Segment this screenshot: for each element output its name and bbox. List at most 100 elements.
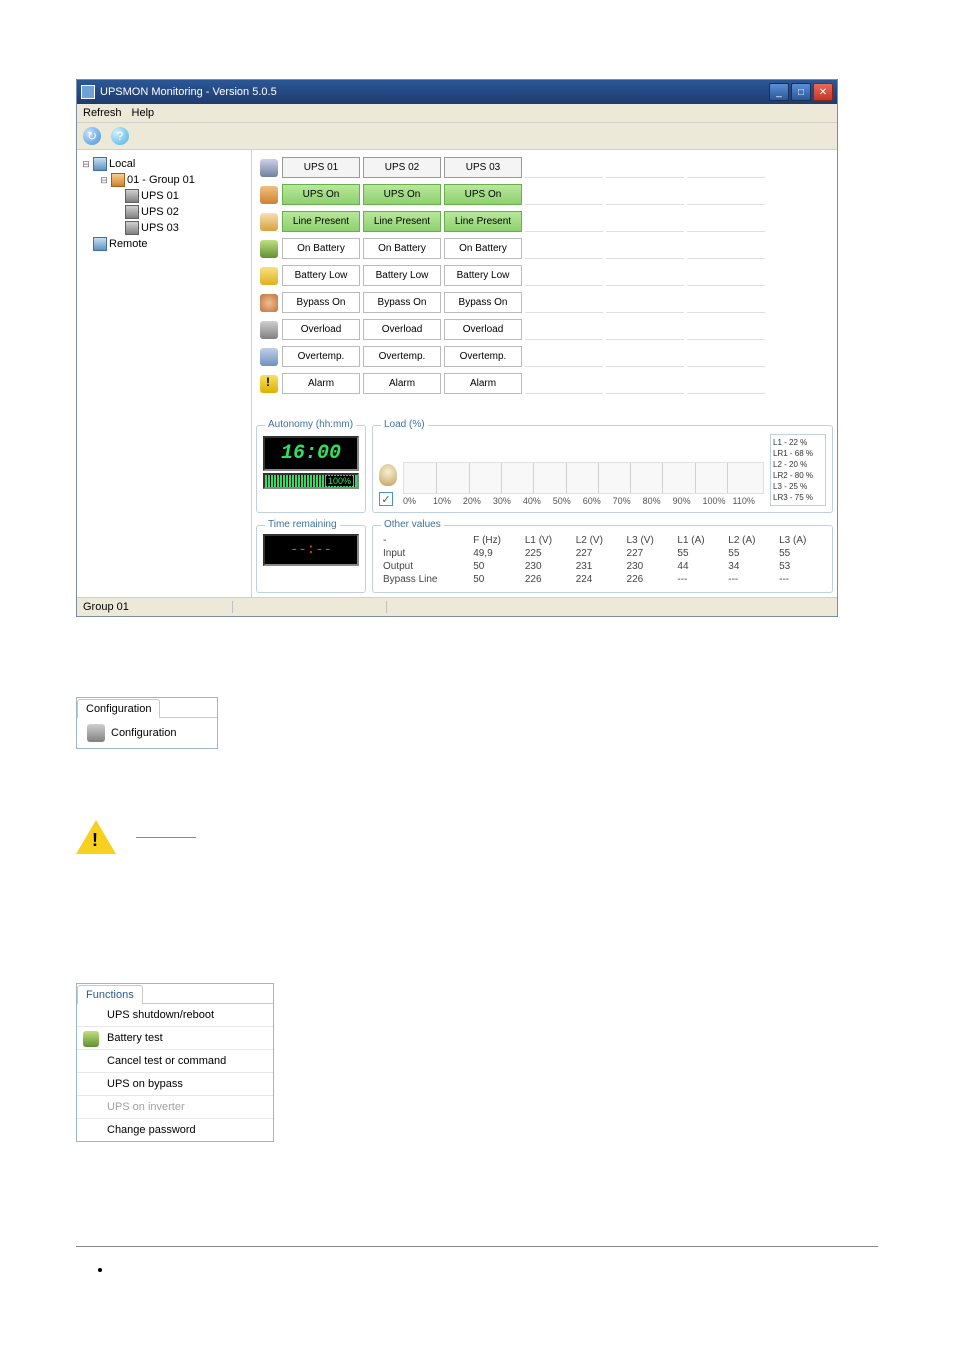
tree-node-ups01[interactable]: UPS 01 (81, 188, 247, 204)
configuration-tab[interactable]: Configuration (77, 699, 160, 718)
statusbar: Group 01 (77, 597, 837, 616)
app-icon (81, 85, 95, 99)
help-icon[interactable]: ? (111, 127, 129, 145)
ov-h: L2 (A) (724, 534, 775, 547)
func-shutdown[interactable]: UPS shutdown/reboot (77, 1004, 273, 1027)
maximize-button[interactable]: □ (791, 83, 811, 101)
tree-label: Local (109, 158, 135, 170)
func-battery-test[interactable]: Battery test (77, 1027, 273, 1050)
tree-label: UPS 02 (141, 206, 179, 218)
tick: 0% (403, 496, 433, 506)
minimize-button[interactable]: _ (769, 83, 789, 101)
ov-c: 225 (521, 547, 572, 560)
blank-cell (525, 184, 603, 205)
blank-cell (687, 157, 765, 178)
blank-cell (525, 292, 603, 313)
status-cell: UPS On (444, 184, 522, 205)
tree-node-ups02[interactable]: UPS 02 (81, 204, 247, 220)
status-cell: Overtemp. (444, 346, 522, 367)
remote-icon (93, 237, 107, 251)
ov-c: 55 (724, 547, 775, 560)
status-row-bypass: Bypass On Bypass On Bypass On (256, 289, 833, 316)
blank-cell (525, 238, 603, 259)
load-panel: Load (%) ✓ (372, 425, 833, 513)
other-values-panel: Other values - F (Hz) L1 (V) L2 (V) L3 (… (372, 525, 833, 593)
status-cell: On Battery (282, 238, 360, 259)
blank-cell (525, 157, 603, 178)
tick: 50% (553, 496, 583, 506)
alarm-underline (136, 837, 196, 838)
overload-icon (260, 321, 278, 339)
status-cell: Overtemp. (282, 346, 360, 367)
refresh-icon[interactable]: ↻ (83, 127, 101, 145)
ov-c: 55 (775, 547, 826, 560)
tree-label: 01 - Group 01 (127, 174, 195, 186)
tree-node-ups03[interactable]: UPS 03 (81, 220, 247, 236)
ov-c: 34 (724, 560, 775, 573)
ov-c: Bypass Line (379, 573, 469, 586)
legend-line: L2 - 20 % (773, 459, 823, 470)
blank-cell (606, 319, 684, 340)
tree-label: UPS 03 (141, 222, 179, 234)
ov-h: F (Hz) (469, 534, 521, 547)
tick: 60% (583, 496, 613, 506)
tree-node-remote[interactable]: Remote (81, 236, 247, 252)
blank-cell (606, 238, 684, 259)
expand-icon[interactable]: ⊟ (81, 159, 91, 170)
func-bypass[interactable]: UPS on bypass (77, 1073, 273, 1096)
col-header: UPS 01 (282, 157, 360, 178)
ov-h: L2 (V) (572, 534, 623, 547)
autonomy-percent: 100% (326, 476, 353, 486)
check-icon[interactable]: ✓ (379, 492, 393, 506)
page-divider (76, 1246, 878, 1247)
status-cell: Alarm (282, 373, 360, 394)
legend-line: L1 - 22 % (773, 437, 823, 448)
status-row-alarm: Alarm Alarm Alarm (256, 370, 833, 397)
func-cancel[interactable]: Cancel test or command (77, 1050, 273, 1073)
status-cell: Overtemp. (363, 346, 441, 367)
func-password[interactable]: Change password (77, 1119, 273, 1141)
titlebar[interactable]: UPSMON Monitoring - Version 5.0.5 _ □ ✕ (77, 80, 837, 104)
upson-icon (260, 186, 278, 204)
col-header: UPS 02 (363, 157, 441, 178)
status-cell: Bypass On (282, 292, 360, 313)
blank-cell (525, 211, 603, 232)
ov-h: L3 (A) (775, 534, 826, 547)
blank-cell (687, 373, 765, 394)
status-cell: Battery Low (444, 265, 522, 286)
ov-h: L1 (V) (521, 534, 572, 547)
ov-c: 55 (673, 547, 724, 560)
time-remaining-value: --:-- (263, 534, 359, 566)
battery-low-icon (260, 267, 278, 285)
functions-tab[interactable]: Functions (77, 985, 143, 1004)
tree-label: UPS 01 (141, 190, 179, 202)
blank-cell (606, 211, 684, 232)
func-inverter: UPS on inverter (77, 1096, 273, 1119)
ov-c: 230 (623, 560, 674, 573)
status-cell: Line Present (282, 211, 360, 232)
status-cell: UPS On (363, 184, 441, 205)
blank-cell (687, 238, 765, 259)
expand-icon[interactable]: ⊟ (99, 175, 109, 186)
header-icon (260, 159, 278, 177)
blank-cell (687, 265, 765, 286)
bullet-icon (98, 1268, 102, 1272)
close-button[interactable]: ✕ (813, 83, 833, 101)
tree-node-group[interactable]: ⊟ 01 - Group 01 (81, 172, 247, 188)
blank-cell (606, 265, 684, 286)
tick: 80% (643, 496, 673, 506)
ov-c: 44 (673, 560, 724, 573)
blank-cell (525, 346, 603, 367)
blank-cell (687, 184, 765, 205)
configuration-item[interactable]: Configuration (111, 727, 176, 739)
window-title: UPSMON Monitoring - Version 5.0.5 (100, 86, 769, 98)
ov-row-output: Output 50 230 231 230 44 34 53 (379, 560, 826, 573)
status-cell: Battery Low (363, 265, 441, 286)
tick: 40% (523, 496, 553, 506)
time-remaining-legend: Time remaining (265, 519, 340, 530)
status-cell: Alarm (363, 373, 441, 394)
tree-node-local[interactable]: ⊟ Local (81, 156, 247, 172)
blank-cell (687, 346, 765, 367)
menu-help[interactable]: Help (132, 107, 155, 119)
menu-refresh[interactable]: Refresh (83, 107, 122, 119)
